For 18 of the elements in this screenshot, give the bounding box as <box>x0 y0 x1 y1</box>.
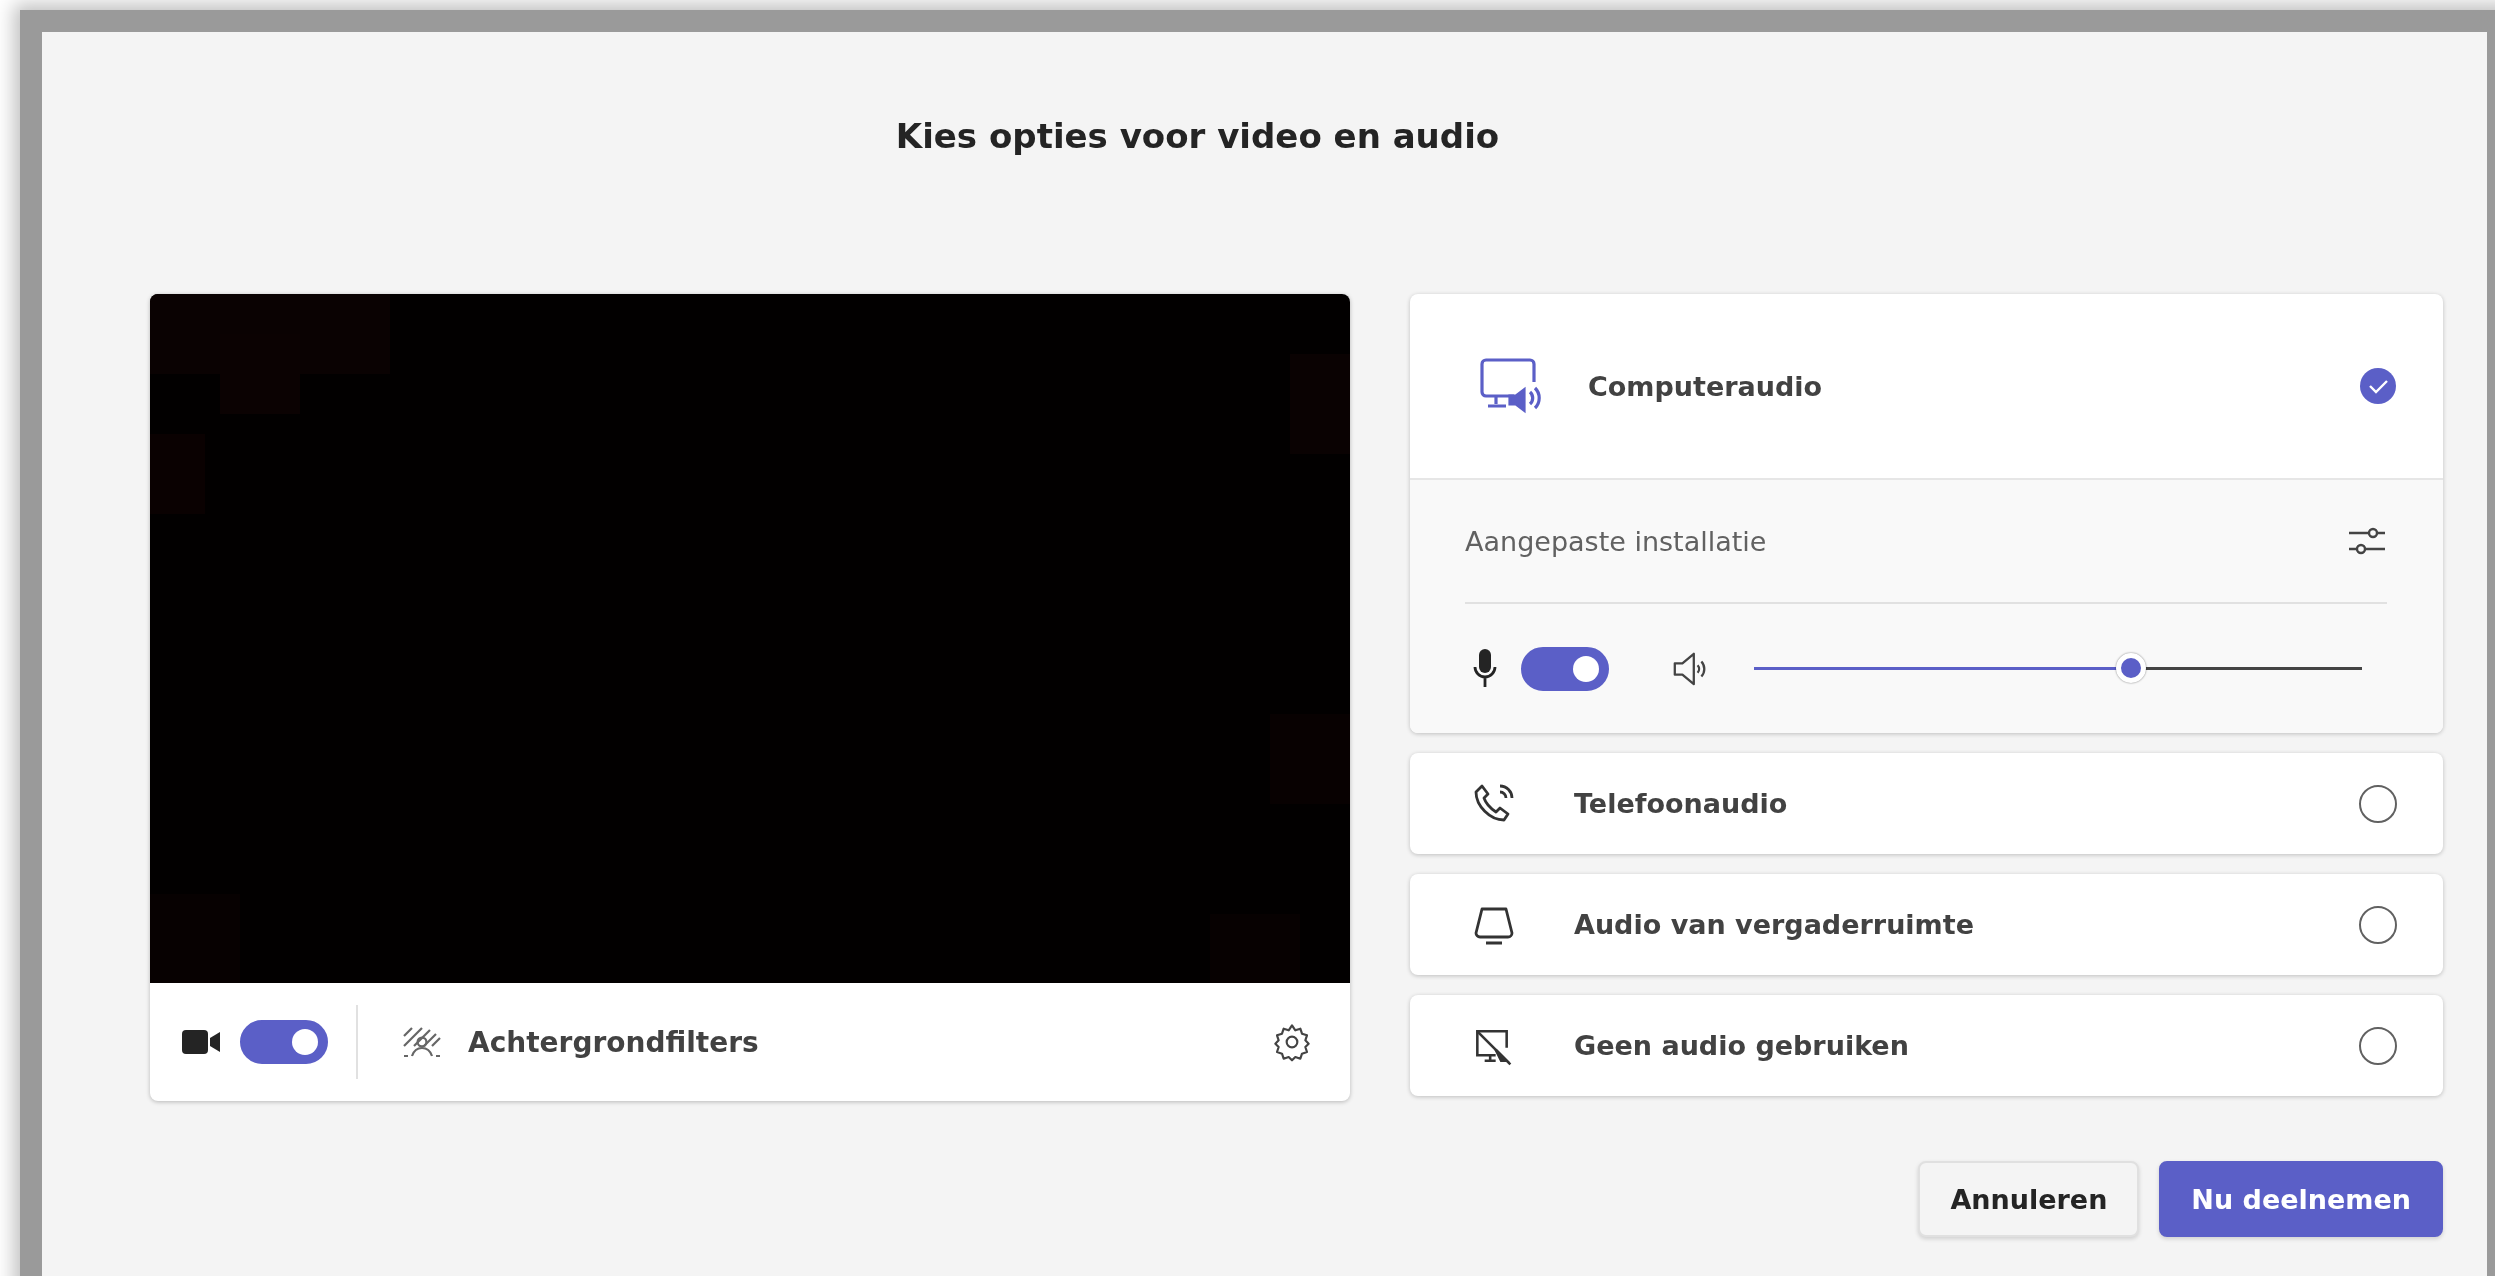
toggle-switch[interactable] <box>240 1020 328 1064</box>
option-label[interactable]: Computeraudio <box>1588 370 2359 402</box>
selected-check-icon[interactable] <box>2359 367 2397 405</box>
filters-icon <box>402 1026 442 1058</box>
radio-button[interactable] <box>2359 1026 2397 1065</box>
setup-label: Aangepaste installatie <box>1465 525 1768 557</box>
monitor-speaker-icon <box>1478 356 1542 416</box>
background-filters-label[interactable]: Achtergrondfilters <box>468 1025 759 1059</box>
slider-thumb[interactable] <box>2115 652 2146 683</box>
cancel-button[interactable]: Annuleren <box>1918 1161 2140 1237</box>
camera-icon <box>182 1028 222 1056</box>
microphone-icon <box>1473 648 1497 689</box>
toggle-switch[interactable] <box>1521 646 1609 691</box>
radio-button[interactable] <box>2359 784 2397 823</box>
dialog-title: Kies opties voor video en audio <box>895 116 1500 156</box>
radio-button[interactable] <box>2359 905 2397 944</box>
join-button[interactable]: Nu deelnemen <box>2159 1161 2443 1237</box>
settings-icon[interactable] <box>1272 1022 1312 1062</box>
